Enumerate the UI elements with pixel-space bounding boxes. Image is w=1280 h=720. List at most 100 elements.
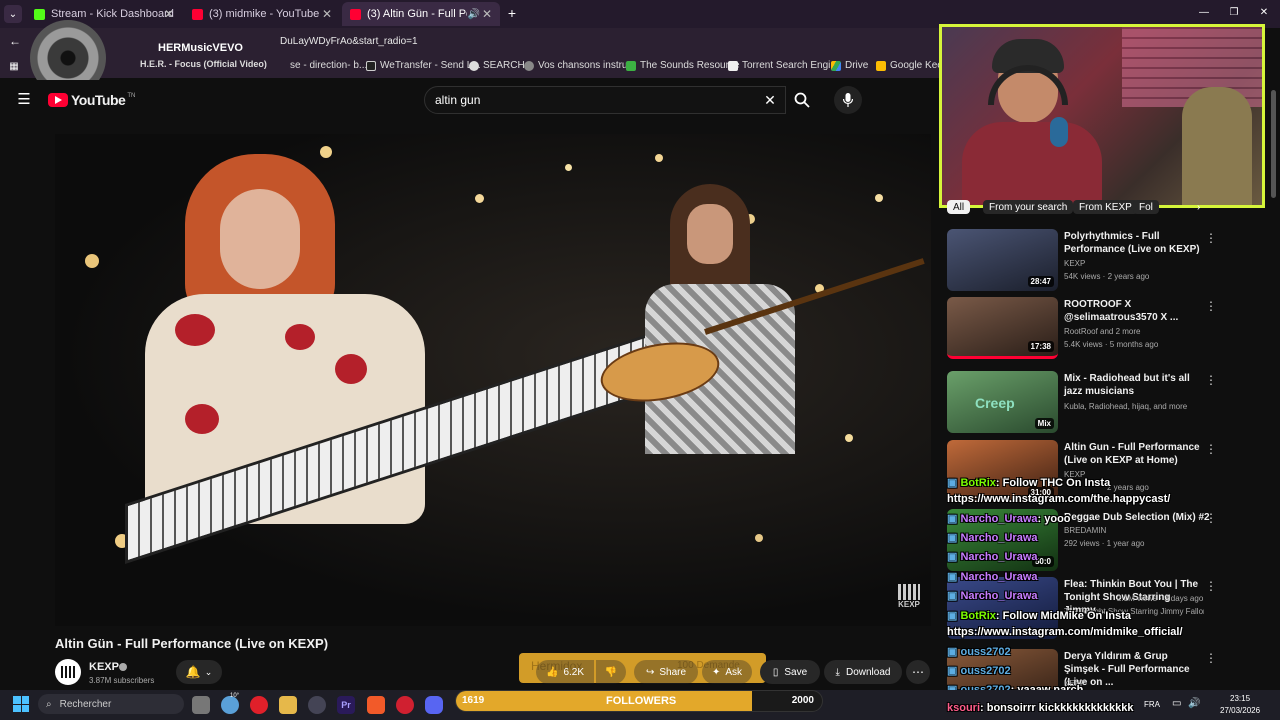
new-tab-button[interactable]: + [504, 4, 520, 22]
bookmark-item[interactable]: WeTransfer - Send L... [366, 60, 481, 71]
chevron-right-icon[interactable]: › [1197, 200, 1200, 214]
clock-time[interactable]: 23:15 [1230, 694, 1250, 703]
dislike-button[interactable]: 👎 [596, 660, 626, 684]
share-button[interactable]: ↪ Share [634, 660, 698, 684]
notifications-button[interactable]: 🔔 ⌄ [176, 660, 222, 684]
badge-icon: ▣ [947, 477, 958, 489]
file-explorer-icon[interactable] [279, 696, 297, 714]
restore-button[interactable]: ❐ [1226, 4, 1242, 20]
video-thumbnail: 28:47 [947, 229, 1058, 291]
sidebar-scrollbar[interactable] [1271, 90, 1276, 198]
close-icon[interactable]: ✕ [482, 7, 492, 21]
chat-message: ▣ Narcho_Urawa [947, 570, 1038, 583]
sweater-rose [175, 314, 215, 346]
tab-kick-dashboard[interactable]: Stream - Kick Dashboard ✕ [26, 2, 182, 26]
search-input[interactable]: altin gun [424, 86, 786, 114]
minimize-button[interactable]: — [1196, 4, 1212, 20]
webcam-overlay [939, 24, 1265, 208]
tab-list-button[interactable]: ⌄ [4, 5, 22, 23]
bokeh-light [475, 194, 484, 203]
language-indicator[interactable]: FRA [1144, 700, 1160, 709]
close-icon[interactable]: ✕ [322, 7, 332, 21]
bookmark-item[interactable]: SEARCH [469, 60, 525, 71]
app-icon[interactable] [308, 696, 326, 714]
more-options-icon[interactable]: ⋮ [1205, 651, 1217, 665]
premiere-icon[interactable]: Pr [337, 696, 355, 714]
chat-username: Narcho_Urawa [960, 590, 1038, 602]
chip-fol[interactable]: Fol [1133, 200, 1159, 214]
more-options-icon[interactable]: ⋮ [1205, 299, 1217, 313]
followers-label: FOLLOWERS [606, 695, 677, 707]
opera-icon[interactable] [250, 696, 268, 714]
chip-from-kexp[interactable]: From KEXP [1073, 200, 1138, 214]
related-title: Altin Gun - Full Performance (Live on KE… [1064, 442, 1200, 466]
sounds-resource-icon [626, 60, 636, 71]
clear-search-icon[interactable]: ✕ [762, 92, 778, 108]
related-video[interactable]: 28:47 Polyrhythmics - Full Performance (… [947, 229, 1267, 293]
bokeh-light [845, 434, 853, 442]
chevron-down-icon: ⌄ [204, 666, 213, 677]
badge-icon: ▣ [947, 665, 958, 677]
chat-username: ouss2702 [960, 665, 1011, 677]
sweater-rose [335, 354, 367, 384]
badge-icon: ▣ [947, 571, 958, 583]
channel-avatar[interactable] [55, 659, 81, 685]
chat-message: ▣ Narcho_Urawa [947, 531, 1038, 544]
taskbar-search[interactable]: ⌕ Rechercher [38, 694, 184, 714]
related-title: Reggae Dub Selection (Mix) #2 [1064, 512, 1210, 523]
chip-from-search[interactable]: From your search [983, 200, 1074, 214]
more-options-icon[interactable]: ⋮ [1205, 579, 1217, 593]
mic-icon[interactable] [834, 86, 862, 114]
clock-date[interactable]: 27/03/2026 [1220, 706, 1260, 715]
save-button[interactable]: ▯ Save [760, 660, 820, 684]
more-options-icon[interactable]: ⋮ [1205, 442, 1217, 456]
video-player[interactable]: KEXP [55, 134, 931, 626]
more-options-icon[interactable]: ⋮ [1205, 373, 1217, 387]
bookmark-item[interactable]: Drive [831, 60, 868, 71]
youtube-logo[interactable]: YouTube TN [48, 92, 135, 108]
speaker-icon[interactable]: 🔊 [468, 9, 480, 20]
related-video[interactable]: 17:38 ROOTROOF X @selimaatrous3570 X ...… [947, 297, 1267, 361]
related-video[interactable]: Creep Mix Mix - Radiohead but it's all j… [947, 371, 1267, 435]
bookmark-label: se - direction- b... [290, 60, 368, 71]
close-window-button[interactable]: ✕ [1256, 4, 1272, 20]
close-icon[interactable]: ✕ [164, 7, 174, 21]
more-options-icon[interactable]: ⋮ [1205, 231, 1217, 245]
antivirus-icon[interactable] [396, 696, 414, 714]
brave-icon[interactable] [367, 696, 385, 714]
youtube-play-icon [48, 93, 68, 107]
more-options-icon[interactable]: ⋮ [1205, 511, 1217, 525]
channel-name[interactable]: KEXP [89, 661, 119, 673]
bokeh-light [85, 254, 99, 268]
ask-button[interactable]: ✦ Ask [702, 660, 752, 684]
like-button[interactable]: 👍 6.2K [536, 660, 594, 684]
streamer-body [962, 122, 1102, 205]
windows-start-icon[interactable] [13, 696, 29, 712]
bookmark-item[interactable]: Google Keep [876, 60, 948, 71]
discord-icon[interactable] [425, 696, 443, 714]
watermark-label: KEXP [898, 600, 920, 609]
bookmark-item[interactable]: Torrent Search Engi... [728, 60, 839, 71]
url-field[interactable]: DuLayWDyFrAo&start_radio=1 [280, 33, 920, 51]
bookmark-item[interactable]: Vos chansons instru... [524, 60, 636, 71]
hamburger-menu-icon[interactable]: ☰ [16, 91, 32, 108]
back-button[interactable]: ← [8, 34, 22, 48]
network-icon[interactable]: ▭ [1172, 698, 1181, 709]
more-actions-button[interactable]: ⋯ [906, 660, 930, 684]
chip-all[interactable]: All [947, 200, 971, 214]
bookmark-icon: ▯ [772, 666, 779, 678]
kexp-logo-icon [61, 666, 75, 678]
download-button[interactable]: ⤓ Download [824, 660, 902, 684]
tab-altin-gun[interactable]: (3) Altin Gün - Full Perform... 🔊 ✕ [342, 2, 500, 26]
bokeh-light [320, 146, 332, 158]
thumbs-up-icon: 👍 [545, 666, 559, 678]
youtube-region: TN [127, 93, 136, 99]
task-view-icon[interactable] [192, 696, 210, 714]
badge-icon: ▣ [947, 551, 958, 563]
tab-midmike-youtube[interactable]: (3) midmike - YouTube ✕ [184, 2, 340, 26]
apps-grid-icon[interactable]: ▦ [8, 60, 20, 72]
volume-icon[interactable]: 🔊 [1188, 698, 1200, 709]
bookmark-item[interactable]: se - direction- b... [290, 60, 367, 71]
search-icon[interactable] [786, 86, 818, 114]
bookmark-item[interactable]: The Sounds Resource [626, 60, 740, 71]
